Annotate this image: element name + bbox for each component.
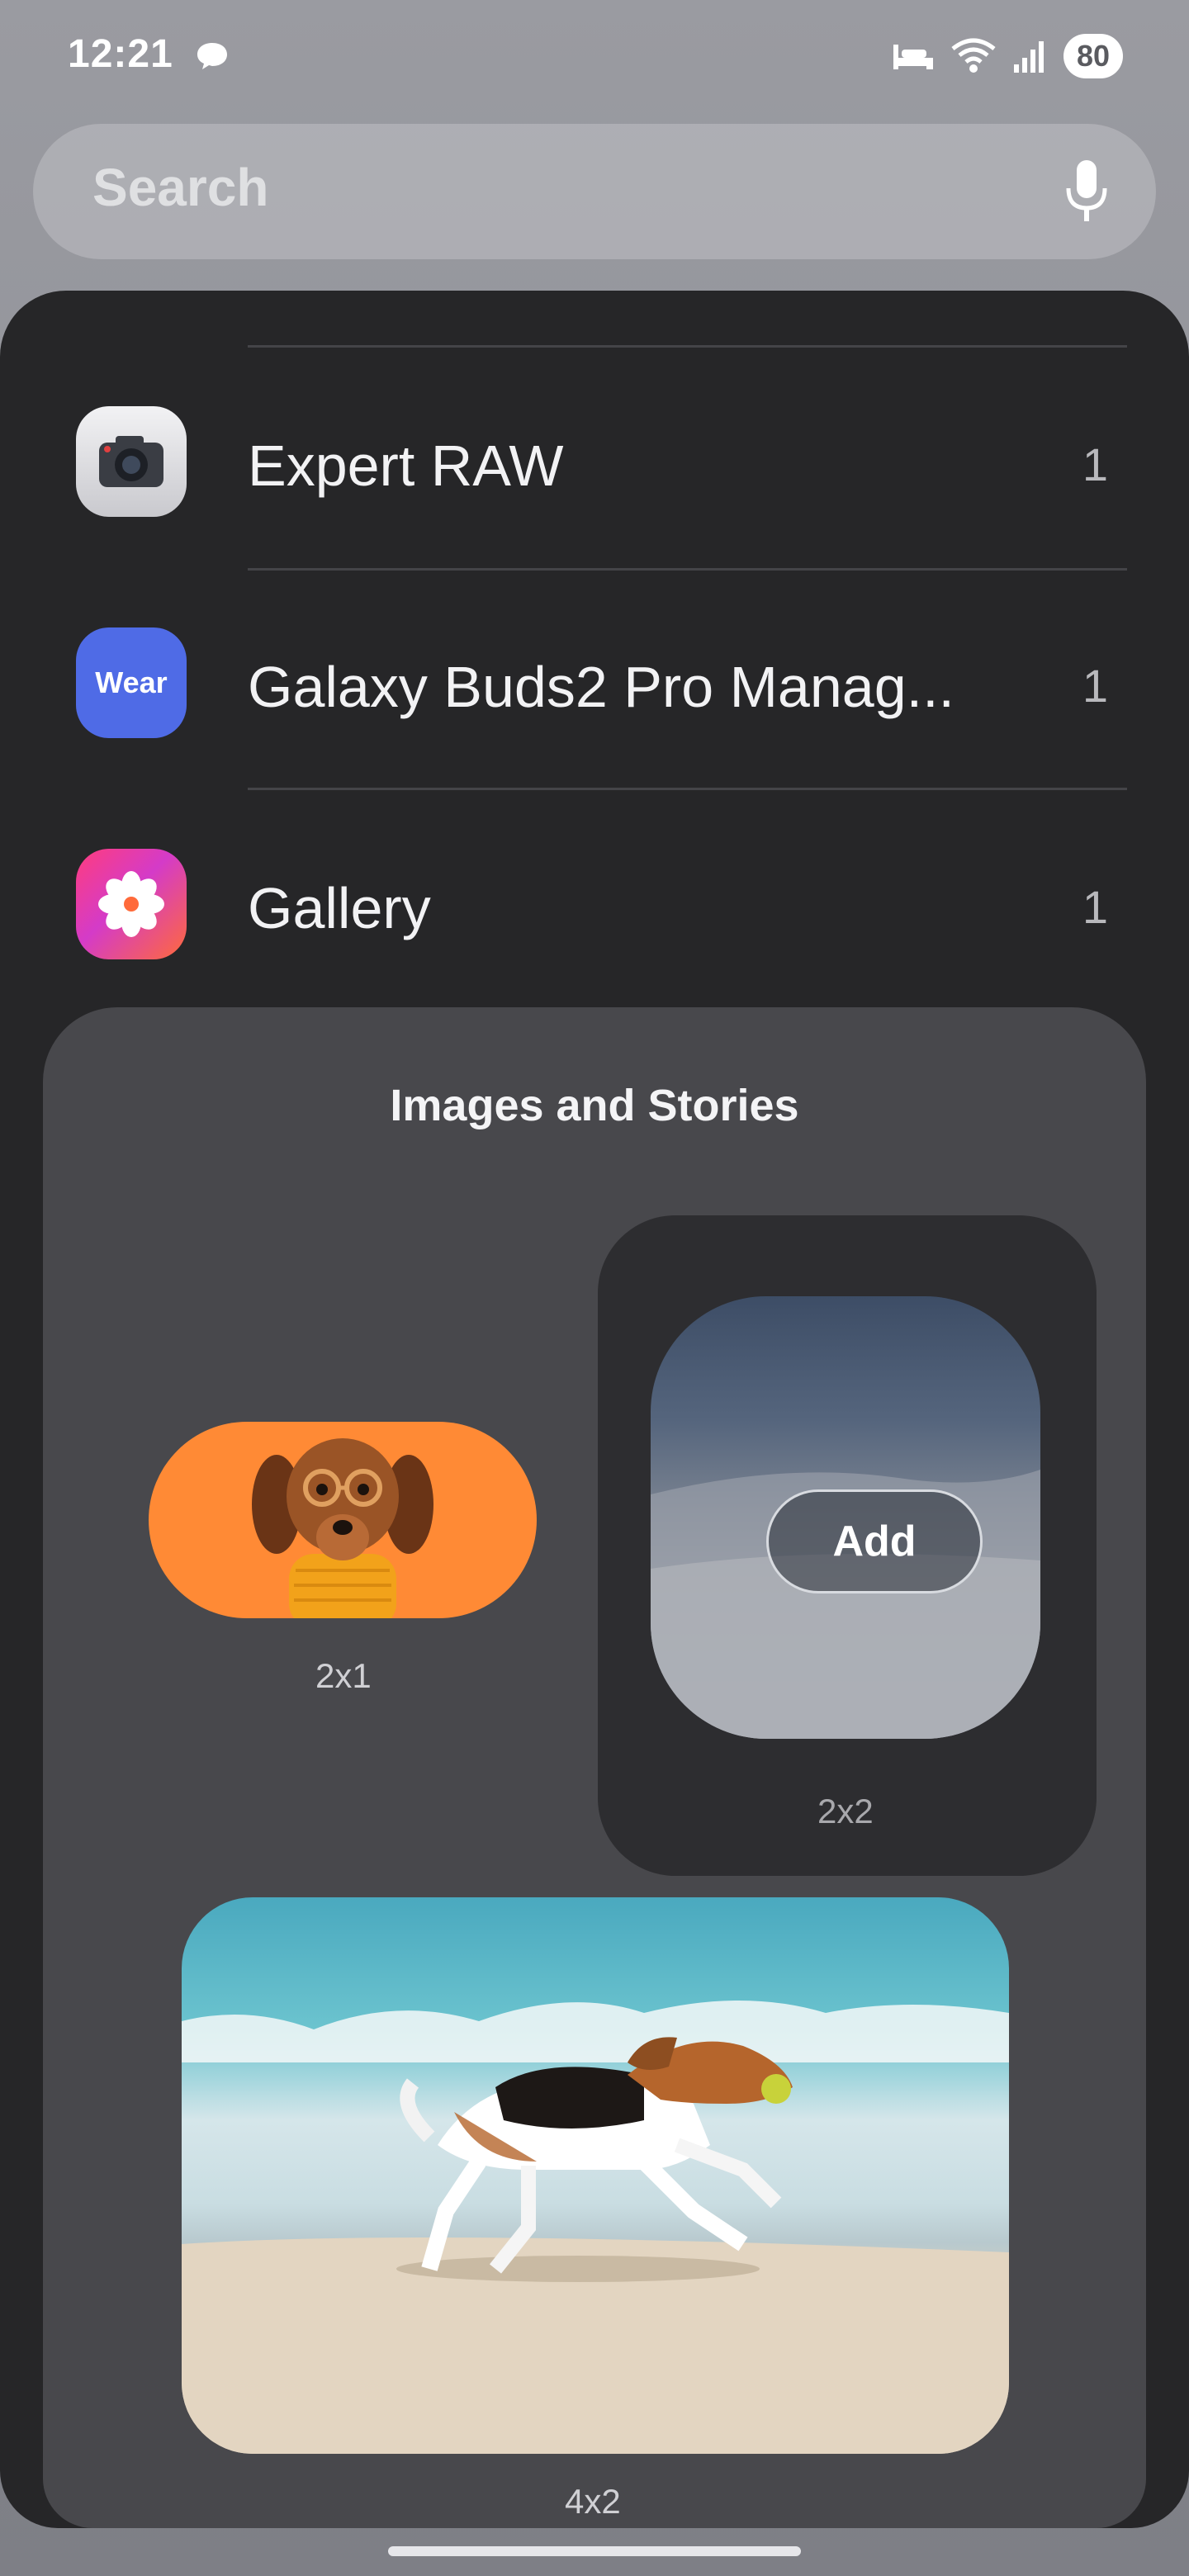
camera-icon — [76, 406, 187, 517]
dog-with-glasses-image — [252, 1438, 433, 1618]
clock: 12:21 — [68, 32, 173, 76]
widget-count: 1 — [1082, 438, 1108, 490]
app-row-gallery[interactable]: Gallery 1 — [0, 794, 1189, 1014]
gallery-flower-icon — [76, 849, 187, 959]
sleep-mode-icon — [893, 45, 933, 69]
microphone-icon[interactable] — [1062, 157, 1111, 226]
landscape-image: Add — [651, 1296, 1040, 1739]
widget-2x1-preview[interactable] — [149, 1422, 537, 1618]
widget-preview-card: Images and Stories 2x1 Add 2x2 4x2 — [43, 1007, 1146, 2528]
widget-2x2-preview[interactable]: Add 2x2 — [598, 1215, 1097, 1876]
app-name: Expert RAW — [248, 433, 564, 498]
add-widget-button[interactable]: Add — [766, 1489, 983, 1593]
divider — [248, 788, 1127, 790]
app-name: Galaxy Buds2 Pro Manag... — [248, 655, 955, 719]
chat-bubble-icon — [197, 43, 227, 69]
widget-count: 1 — [1082, 660, 1108, 712]
search-bar[interactable]: Search — [33, 124, 1156, 259]
beagle-on-beach-image — [182, 2001, 1009, 2454]
app-row-galaxy-buds[interactable]: Wear Galaxy Buds2 Pro Manag... 1 — [0, 573, 1189, 793]
widget-size-label: 2x2 — [817, 1792, 874, 1830]
wear-icon: Wear — [76, 627, 187, 738]
widget-size-label: 4x2 — [565, 2482, 621, 2521]
widget-count: 1 — [1082, 881, 1108, 933]
app-name: Gallery — [248, 876, 431, 940]
wear-icon-text: Wear — [95, 665, 168, 699]
divider — [248, 568, 1127, 571]
search-placeholder: Search — [92, 158, 269, 217]
home-indicator[interactable] — [388, 2546, 801, 2556]
widget-4x2-preview[interactable] — [182, 1897, 1009, 2454]
divider — [248, 345, 1127, 348]
cellular-signal-icon — [1013, 41, 1044, 73]
widget-group-title: Images and Stories — [390, 1081, 799, 1130]
battery-indicator: 80 — [1063, 34, 1123, 78]
status-bar: 12:21 80 — [0, 0, 1189, 116]
app-row-expert-raw[interactable]: Expert RAW 1 — [0, 352, 1189, 571]
wifi-icon — [951, 38, 996, 73]
status-indicators: 80 — [892, 33, 1123, 79]
widget-size-label: 2x1 — [315, 1656, 372, 1695]
